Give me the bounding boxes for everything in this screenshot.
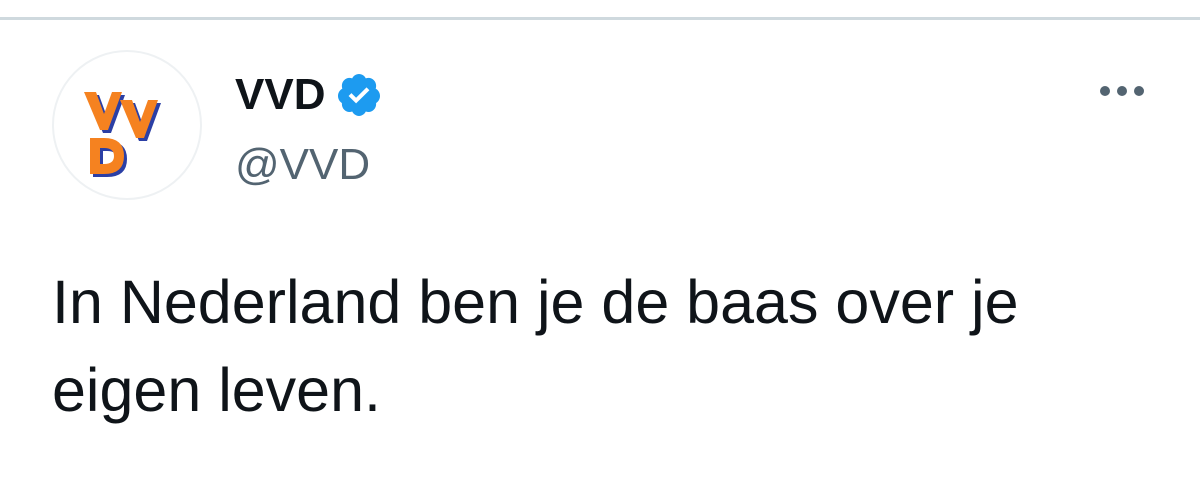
author-handle[interactable]: @VVD — [235, 140, 370, 190]
tweet-text: In Nederland ben je de baas over je eige… — [52, 268, 1019, 424]
top-divider — [0, 0, 1200, 20]
vvd-logo-icon — [84, 92, 161, 177]
author-avatar[interactable] — [52, 50, 202, 200]
author-name[interactable]: VVD — [235, 70, 325, 120]
verified-badge-icon — [335, 71, 383, 119]
more-horizontal-icon-dot-3 — [1134, 86, 1144, 96]
tweet[interactable]: VVD @VVD In Nederland ben je de baas ove… — [0, 20, 1200, 480]
more-horizontal-icon-dot-2 — [1117, 86, 1127, 96]
author-name-row[interactable]: VVD — [235, 70, 383, 120]
more-horizontal-icon-dot-1 — [1100, 86, 1110, 96]
more-options-button[interactable] — [1092, 76, 1152, 106]
